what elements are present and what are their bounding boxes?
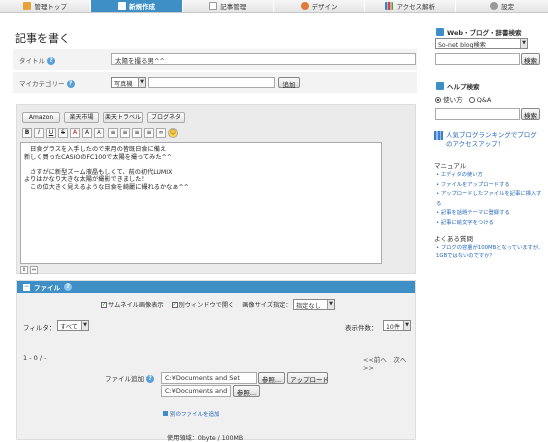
italic-button[interactable]: I: [34, 128, 44, 138]
document-icon: [209, 2, 218, 10]
file-path-input-2[interactable]: C:¥Documents and: [161, 385, 231, 397]
web-search-input[interactable]: [435, 53, 520, 65]
plus-icon: [163, 411, 168, 416]
manual-link[interactable]: • 記事に絵文字をつける: [436, 219, 544, 229]
per-page-label: 表示件数：: [345, 324, 378, 332]
chevron-down-icon: ▼: [138, 78, 145, 87]
manual-link[interactable]: • 記事を話題テーマに登録する: [436, 209, 544, 219]
editor-tab-amazon[interactable]: Amazon: [22, 112, 60, 123]
emoji-icon[interactable]: ☺: [168, 128, 178, 138]
title-input[interactable]: 太陽を撮る男^^: [111, 53, 416, 65]
help-icon[interactable]: ?: [146, 375, 155, 383]
image-size-select[interactable]: 指定なし ▼: [293, 299, 335, 310]
storage-usage: 使用領域：0byte / 100MB: [167, 435, 244, 442]
file-path-input-1[interactable]: C:¥Documents and Set: [161, 372, 257, 384]
manual-links: • エディタの使い方 • ファイルをアップロードする • アップロードしたファイ…: [436, 171, 544, 228]
link-icon[interactable]: ∞: [156, 128, 166, 138]
resize-handle-icon[interactable]: ⇕: [20, 266, 28, 274]
align-right-button[interactable]: ≡: [132, 128, 142, 138]
web-search-button[interactable]: 検索: [521, 53, 540, 65]
chevron-down-icon: ▼: [81, 321, 88, 330]
pager[interactable]: <<前へ 次へ>>: [363, 354, 415, 372]
font-size-up-button[interactable]: A: [82, 128, 92, 138]
strikethrough-button[interactable]: S: [58, 128, 68, 138]
help-icon[interactable]: ?: [47, 57, 56, 65]
help-icon[interactable]: ?: [64, 283, 72, 291]
search-engine-select[interactable]: So-net blog検索 ▼: [435, 38, 528, 49]
add-more-files-link[interactable]: 別のファイルを追加: [163, 410, 220, 418]
new-window-checkbox[interactable]: ✓: [171, 302, 178, 308]
help-icon[interactable]: ?: [66, 80, 75, 88]
tab-admin-top[interactable]: 管理トップ: [0, 0, 92, 12]
help-radio-group: 使い方 Q&A: [435, 94, 491, 104]
tab-new-post[interactable]: 新規作成: [91, 0, 183, 12]
align-left-button[interactable]: ≡: [108, 128, 118, 138]
editor: Amazon 楽天市場 楽天トラベル ブログネタ B I U S A A A ≡…: [16, 104, 416, 274]
help-search-button[interactable]: 検索: [521, 108, 540, 120]
article-body[interactable]: 日食グラスを入手したので来月の皆既日食に備え 新しく買ったCASIOのFC100…: [20, 142, 382, 264]
title-label: タイトル: [19, 57, 45, 65]
resize-handle-icon[interactable]: ⇔: [30, 266, 38, 274]
thumbnail-checkbox[interactable]: ✓: [101, 302, 107, 308]
bar-chart-icon: [385, 2, 394, 10]
file-options-row: ✓ サムネイル画像表示 ✓ 別ウィンドウで開く 画像サイズ指定：: [101, 302, 292, 309]
help-search-heading: ヘルプ検索: [436, 81, 480, 91]
top-nav: 管理トップ 新規作成 記事管理 デザイン アクセス解析 設定: [0, 0, 548, 13]
chevron-down-icon: ▼: [403, 321, 410, 330]
ranking-chart-icon: [434, 131, 443, 140]
underline-button[interactable]: U: [46, 128, 56, 138]
font-size-down-button[interactable]: A: [94, 128, 104, 138]
palette-icon: [300, 2, 309, 10]
manual-heading: マニュアル: [434, 162, 467, 170]
manual-link[interactable]: • ファイルをアップロードする: [436, 181, 544, 191]
editor-tab-rakuten-travel[interactable]: 楽天トラベル: [103, 112, 143, 123]
chevron-down-icon: ▼: [520, 39, 527, 48]
tab-design[interactable]: デザイン: [274, 0, 366, 12]
category-add-button[interactable]: 追加: [278, 77, 300, 89]
file-panel: − ファイル ? ✓ サムネイル画像表示 ✓ 別ウィンドウで開く 画像サイズ指定： …: [16, 280, 416, 442]
align-justify-button[interactable]: ≡: [144, 128, 154, 138]
filter-label: フィルタ：: [23, 324, 56, 332]
category-label: マイカテゴリー: [19, 80, 65, 88]
collapse-icon[interactable]: −: [23, 283, 30, 291]
manual-link[interactable]: • エディタの使い方: [436, 171, 544, 181]
tab-access-analysis[interactable]: アクセス解析: [365, 0, 457, 12]
upload-button[interactable]: アップロード: [287, 372, 329, 384]
tab-article-manage[interactable]: 記事管理: [183, 0, 274, 12]
faq-heading: よくある質問: [434, 235, 473, 243]
editor-tab-blog-neta[interactable]: ブログネタ: [147, 112, 185, 123]
help-search-input[interactable]: [435, 108, 520, 120]
category-row: マイカテゴリー ? 写真機 ▼ 追加: [13, 72, 417, 94]
gear-icon: [490, 2, 499, 10]
category-select[interactable]: 写真機 ▼: [111, 77, 146, 88]
edit-icon: [117, 2, 126, 10]
editor-tab-rakuten-ichiba[interactable]: 楽天市場: [64, 112, 99, 123]
web-search-heading: Web・ブログ・辞書検索: [436, 27, 522, 37]
per-page-select[interactable]: 10件 ▼: [383, 320, 411, 331]
faq-link[interactable]: • ブログの容量が100MBとなっていますが、1GBではないのですか？: [436, 244, 544, 260]
home-icon: [23, 2, 32, 10]
chevron-down-icon: ▼: [327, 300, 334, 309]
browse-button-2[interactable]: 参照...: [233, 385, 260, 397]
manual-link[interactable]: • アップロードしたファイルを記事に挿入する: [436, 190, 544, 209]
radio-qa[interactable]: [468, 97, 475, 103]
page-title: 記事を書く: [15, 32, 70, 45]
file-count: 1 - 0 / -: [23, 354, 47, 362]
file-panel-header[interactable]: − ファイル ?: [17, 281, 415, 293]
tab-settings[interactable]: 設定: [456, 0, 547, 12]
align-center-button[interactable]: ≡: [120, 128, 130, 138]
title-row: タイトル ? 太陽を撮る男^^: [13, 49, 417, 71]
font-color-button[interactable]: A: [70, 128, 80, 138]
radio-usage[interactable]: [435, 97, 441, 103]
filter-select[interactable]: すべて ▼: [57, 320, 89, 331]
new-category-input[interactable]: [148, 77, 275, 88]
browse-button-1[interactable]: 参照...: [258, 372, 285, 384]
bold-button[interactable]: B: [22, 128, 32, 138]
minus-icon[interactable]: [436, 82, 444, 90]
minus-icon[interactable]: [436, 28, 444, 36]
ranking-link[interactable]: 人気ブログランキングでブログのアクセスアップ！: [434, 131, 540, 149]
file-add-label: ファイル追加 ?: [105, 373, 155, 383]
